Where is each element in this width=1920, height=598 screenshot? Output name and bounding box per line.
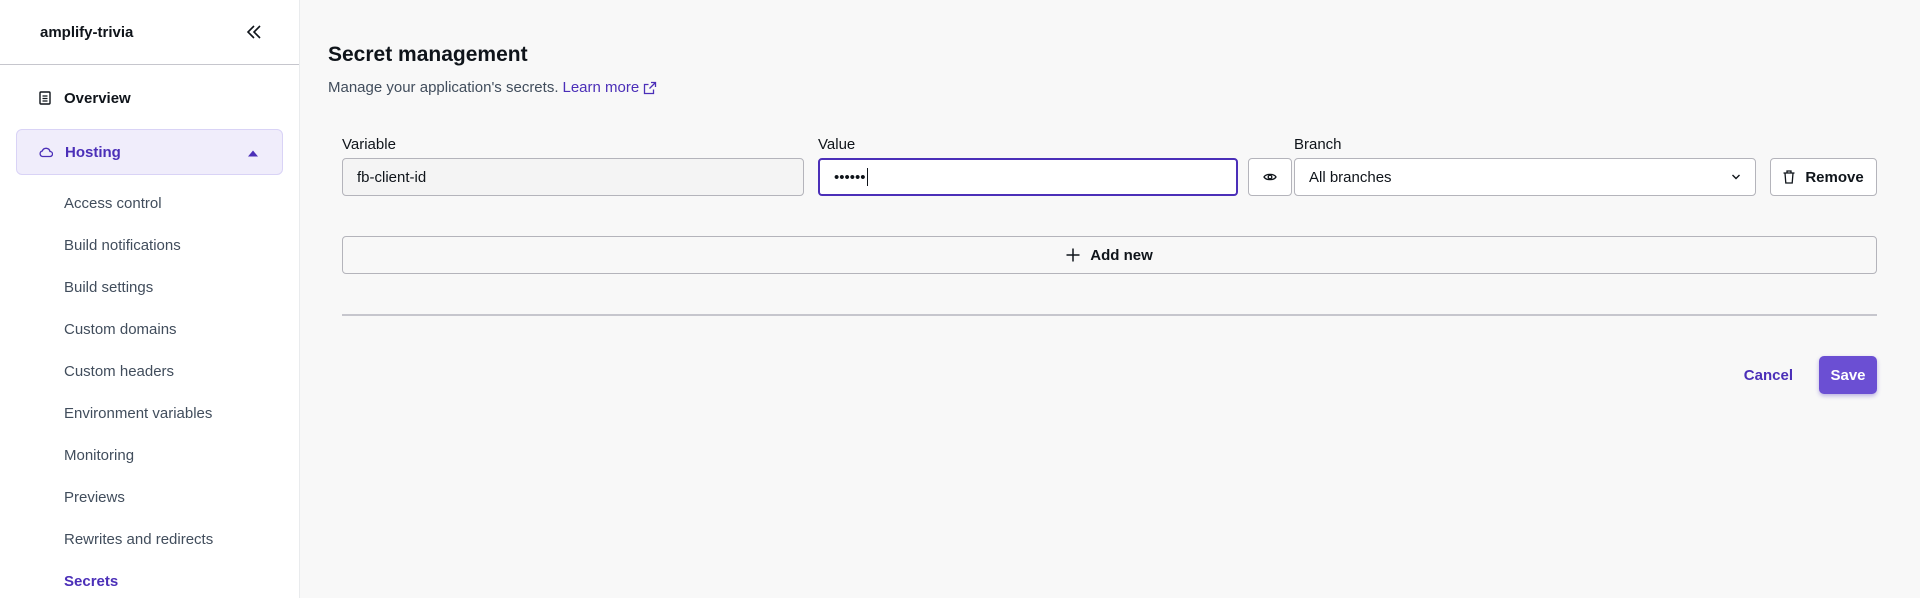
app-root: amplify-trivia Overview Hosting Access c… xyxy=(0,0,1920,598)
description-text: Manage your application's secrets. xyxy=(328,79,559,96)
value-label: Value xyxy=(818,136,856,153)
sidebar-item-overview[interactable]: Overview xyxy=(0,77,299,119)
save-button[interactable]: Save xyxy=(1819,356,1877,394)
sidebar-item-custom-headers[interactable]: Custom headers xyxy=(0,351,299,393)
secret-row: fb-client-id •••••• All branches Remove xyxy=(342,158,1878,196)
sidebar-item-previews[interactable]: Previews xyxy=(0,477,299,519)
divider xyxy=(342,314,1877,316)
external-link-icon xyxy=(644,81,657,94)
reveal-value-button[interactable] xyxy=(1248,158,1292,196)
add-new-button[interactable]: Add new xyxy=(342,236,1877,274)
hosting-subnav: Access control Build notifications Build… xyxy=(0,183,299,598)
form-labels: Variable Value Branch xyxy=(342,136,1878,156)
sidebar-item-hosting[interactable]: Hosting xyxy=(16,129,283,175)
sidebar: amplify-trivia Overview Hosting Access c… xyxy=(0,0,300,598)
sidebar-item-access-control[interactable]: Access control xyxy=(0,183,299,225)
sidebar-item-build-settings[interactable]: Build settings xyxy=(0,267,299,309)
cancel-button[interactable]: Cancel xyxy=(1724,356,1813,394)
value-input-value: •••••• xyxy=(834,168,866,186)
sidebar-item-monitoring[interactable]: Monitoring xyxy=(0,435,299,477)
sidebar-item-environment-variables[interactable]: Environment variables xyxy=(0,393,299,435)
caret-up-icon[interactable] xyxy=(248,144,258,161)
page-description: Manage your application's secrets. Learn… xyxy=(328,79,1878,96)
variable-label: Variable xyxy=(342,136,396,153)
sidebar-item-label: Overview xyxy=(64,89,131,107)
plus-icon xyxy=(1066,248,1080,262)
app-name: amplify-trivia xyxy=(40,23,134,41)
learn-more-link[interactable]: Learn more xyxy=(563,79,658,96)
remove-button[interactable]: Remove xyxy=(1770,158,1877,196)
double-chevron-left-icon xyxy=(246,25,261,39)
trash-icon xyxy=(1783,170,1795,184)
sidebar-item-secrets[interactable]: Secrets xyxy=(0,561,299,598)
sidebar-nav: Overview Hosting Access control Build no… xyxy=(0,65,299,598)
main-content: Secret management Manage your applicatio… xyxy=(300,0,1920,598)
sidebar-item-rewrites-and-redirects[interactable]: Rewrites and redirects xyxy=(0,519,299,561)
learn-more-label: Learn more xyxy=(562,79,640,96)
add-new-label: Add new xyxy=(1090,246,1153,264)
document-icon xyxy=(38,91,52,105)
secret-form: Variable Value Branch fb-client-id •••••… xyxy=(328,136,1878,394)
form-actions: Cancel Save xyxy=(342,356,1877,394)
remove-button-label: Remove xyxy=(1805,168,1864,186)
page-title: Secret management xyxy=(328,43,528,66)
cloud-icon xyxy=(39,145,53,159)
value-input[interactable]: •••••• xyxy=(818,158,1238,196)
sidebar-item-custom-domains[interactable]: Custom domains xyxy=(0,309,299,351)
variable-input[interactable]: fb-client-id xyxy=(342,158,804,196)
sidebar-header: amplify-trivia xyxy=(0,0,299,65)
text-cursor xyxy=(866,168,868,186)
sidebar-item-build-notifications[interactable]: Build notifications xyxy=(0,225,299,267)
sidebar-item-label: Hosting xyxy=(65,143,121,161)
branch-select[interactable]: All branches xyxy=(1294,158,1756,196)
chevron-down-icon xyxy=(1732,174,1740,180)
variable-input-value: fb-client-id xyxy=(357,168,427,186)
eye-icon xyxy=(1263,173,1277,181)
collapse-sidebar-button[interactable] xyxy=(243,21,265,43)
branch-label: Branch xyxy=(1294,136,1342,153)
branch-select-value: All branches xyxy=(1309,168,1392,186)
